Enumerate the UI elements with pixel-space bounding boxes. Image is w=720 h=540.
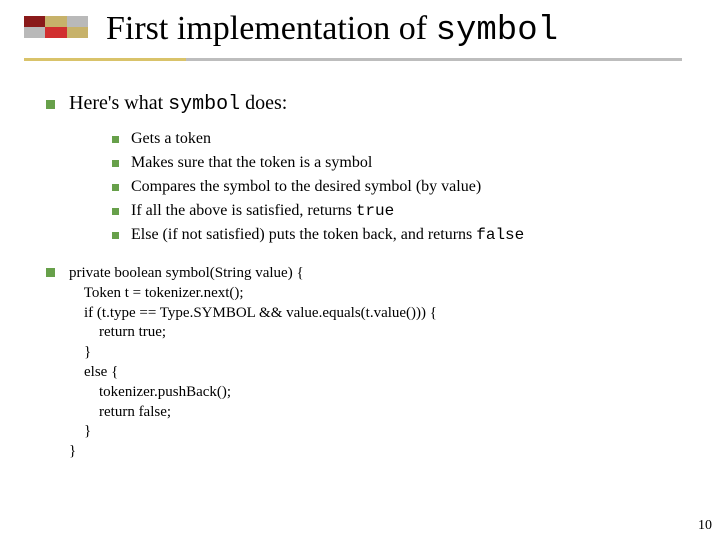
title-underline [24, 58, 682, 61]
page-number: 10 [698, 518, 712, 534]
list-item-mono: true [356, 202, 394, 220]
list-item-text: Else (if not satisfied) puts the token b… [131, 226, 524, 244]
list-item-prefix: If all the above is satisfied, returns [131, 202, 356, 219]
list-item-text: If all the above is satisfied, returns t… [131, 202, 394, 220]
list-item: If all the above is satisfied, returns t… [112, 202, 680, 220]
intro-suffix: does: [240, 92, 287, 114]
list-item-text: Makes sure that the token is a symbol [131, 154, 372, 172]
title-text: First implementation of [106, 10, 436, 47]
intro-text: Here's what symbol does: [69, 92, 287, 116]
bullet-icon [112, 160, 119, 167]
list-item-prefix: Else (if not satisfied) puts the token b… [131, 226, 476, 243]
bullet-icon [46, 100, 55, 109]
bullet-icon [46, 268, 55, 277]
intro-mono: symbol [168, 93, 240, 116]
bullet-icon [112, 136, 119, 143]
list-item-mono: false [476, 226, 524, 244]
list-item: Gets a token [112, 130, 680, 148]
slide: First implementation of symbol Here's wh… [0, 0, 720, 540]
bullet-icon [112, 232, 119, 239]
bullet-icon [112, 184, 119, 191]
code-snippet: private boolean symbol(String value) { T… [69, 264, 437, 462]
list-item: Compares the symbol to the desired symbo… [112, 178, 680, 196]
slide-title: First implementation of symbol [106, 10, 558, 50]
sub-bullet-list: Gets a token Makes sure that the token i… [112, 130, 680, 244]
list-item: Makes sure that the token is a symbol [112, 154, 680, 172]
code-block-row: private boolean symbol(String value) { T… [46, 264, 680, 462]
bullet-icon [112, 208, 119, 215]
list-item: Else (if not satisfied) puts the token b… [112, 226, 680, 244]
list-item-text: Compares the symbol to the desired symbo… [131, 178, 481, 196]
intro-row: Here's what symbol does: [46, 92, 680, 116]
slide-body: Here's what symbol does: Gets a token Ma… [40, 92, 680, 462]
list-item-text: Gets a token [131, 130, 211, 148]
accent-squares [24, 16, 88, 38]
title-code: symbol [436, 12, 558, 50]
intro-prefix: Here's what [69, 92, 168, 114]
